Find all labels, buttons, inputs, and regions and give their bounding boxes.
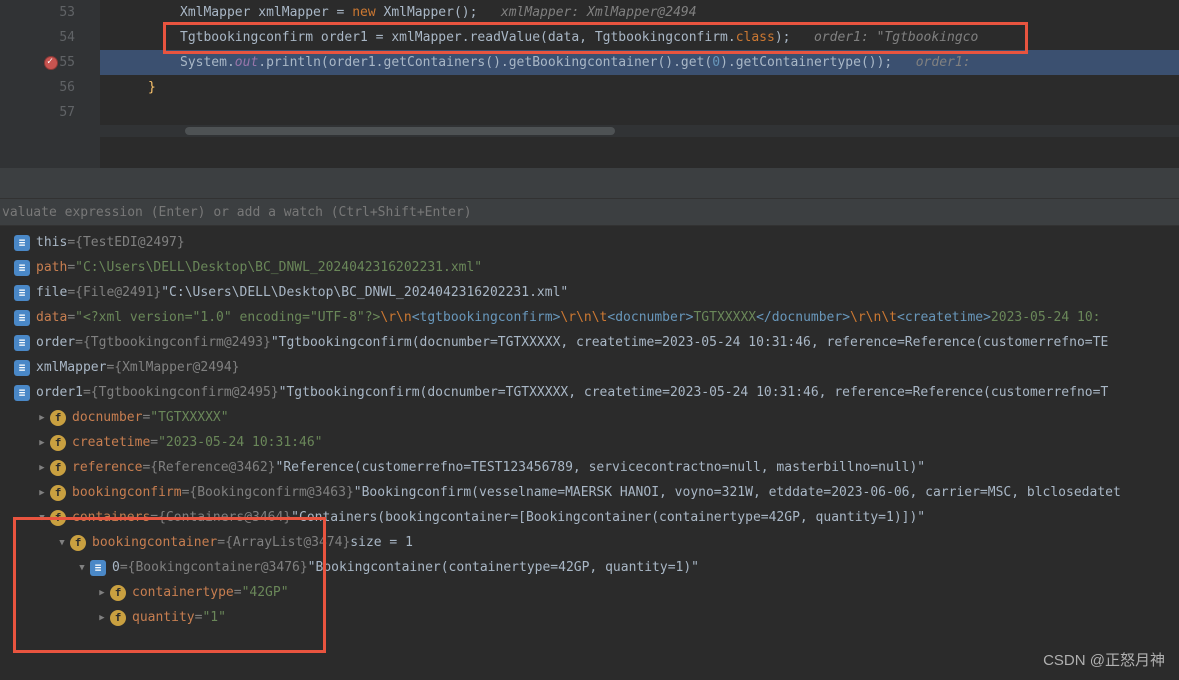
var-reference[interactable]: ▶reference = {Reference@3462} "Reference…	[0, 455, 1179, 480]
line-num: 55	[0, 50, 85, 75]
line-num: 53	[0, 0, 85, 25]
expand-icon[interactable]: ▶	[34, 488, 50, 498]
var-xmlmapper[interactable]: xmlMapper = {XmlMapper@2494}	[0, 355, 1179, 380]
expand-icon[interactable]: ▶	[34, 413, 50, 423]
watermark-text: CSDN @正怒月神	[1043, 649, 1165, 670]
var-quantity[interactable]: ▶quantity = "1"	[0, 605, 1179, 630]
line-num: 56	[0, 75, 85, 100]
variables-tree[interactable]: this = {TestEDI@2497} path = "C:\Users\D…	[0, 226, 1179, 634]
var-bookingcontainer[interactable]: ▼bookingcontainer = {ArrayList@3474} siz…	[0, 530, 1179, 555]
var-order1[interactable]: order1 = {Tgtbookingconfirm@2495} "Tgtbo…	[0, 380, 1179, 405]
field-icon	[50, 485, 66, 501]
line-num: 57	[0, 100, 85, 125]
code-lines[interactable]: XmlMapper xmlMapper = new XmlMapper(); x…	[100, 0, 1179, 168]
var-path[interactable]: path = "C:\Users\DELL\Desktop\BC_DNWL_20…	[0, 255, 1179, 280]
var-containertype[interactable]: ▶containertype = "42GP"	[0, 580, 1179, 605]
expand-icon[interactable]: ▶	[34, 463, 50, 473]
horizontal-scrollbar[interactable]	[100, 125, 1179, 137]
field-icon	[50, 410, 66, 426]
field-icon	[50, 510, 66, 526]
placeholder-text: valuate expression (Enter) or add a watc…	[2, 205, 472, 220]
var-item-0[interactable]: ▼0 = {Bookingcontainer@3476} "Bookingcon…	[0, 555, 1179, 580]
object-icon	[14, 335, 30, 351]
var-this[interactable]: this = {TestEDI@2497}	[0, 230, 1179, 255]
code-line[interactable]: Tgtbookingconfirm order1 = xmlMapper.rea…	[100, 25, 1179, 50]
var-data[interactable]: data = "<?xml version="1.0" encoding="UT…	[0, 305, 1179, 330]
line-gutter: 53 54 55 56 57	[0, 0, 85, 168]
line-num: 54	[0, 25, 85, 50]
var-file[interactable]: file = {File@2491} "C:\Users\DELL\Deskto…	[0, 280, 1179, 305]
field-icon	[70, 535, 86, 551]
scrollbar-thumb[interactable]	[185, 127, 615, 135]
field-icon	[110, 610, 126, 626]
expand-icon[interactable]: ▶	[94, 588, 110, 598]
object-icon	[90, 560, 106, 576]
code-line[interactable]	[100, 100, 1179, 125]
collapse-icon[interactable]: ▼	[54, 538, 70, 548]
var-bookingconfirm[interactable]: ▶bookingconfirm = {Bookingconfirm@3463} …	[0, 480, 1179, 505]
field-icon	[110, 585, 126, 601]
expand-icon[interactable]: ▶	[34, 438, 50, 448]
object-icon	[14, 385, 30, 401]
var-order[interactable]: order = {Tgtbookingconfirm@2493} "Tgtboo…	[0, 330, 1179, 355]
code-line[interactable]: }	[100, 75, 1179, 100]
expand-icon[interactable]: ▶	[94, 613, 110, 623]
code-editor[interactable]: 53 54 55 56 57 XmlMapper xmlMapper = new…	[0, 0, 1179, 168]
object-icon	[14, 310, 30, 326]
fold-gutter	[85, 0, 100, 168]
collapse-icon[interactable]: ▼	[34, 513, 50, 523]
evaluate-expression-input[interactable]: valuate expression (Enter) or add a watc…	[0, 198, 1179, 226]
var-createtime[interactable]: ▶createtime = "2023-05-24 10:31:46"	[0, 430, 1179, 455]
var-containers[interactable]: ▼containers = {Containers@3464} "Contain…	[0, 505, 1179, 530]
code-line[interactable]: System.out.println(order1.getContainers(…	[100, 50, 1179, 75]
object-icon	[14, 360, 30, 376]
code-line[interactable]: XmlMapper xmlMapper = new XmlMapper(); x…	[100, 0, 1179, 25]
object-icon	[14, 235, 30, 251]
object-icon	[14, 285, 30, 301]
object-icon	[14, 260, 30, 276]
panel-divider	[0, 168, 1179, 198]
var-docnumber[interactable]: ▶docnumber = "TGTXXXXX"	[0, 405, 1179, 430]
collapse-icon[interactable]: ▼	[74, 563, 90, 573]
field-icon	[50, 460, 66, 476]
breakpoint-icon[interactable]	[44, 56, 58, 70]
field-icon	[50, 435, 66, 451]
